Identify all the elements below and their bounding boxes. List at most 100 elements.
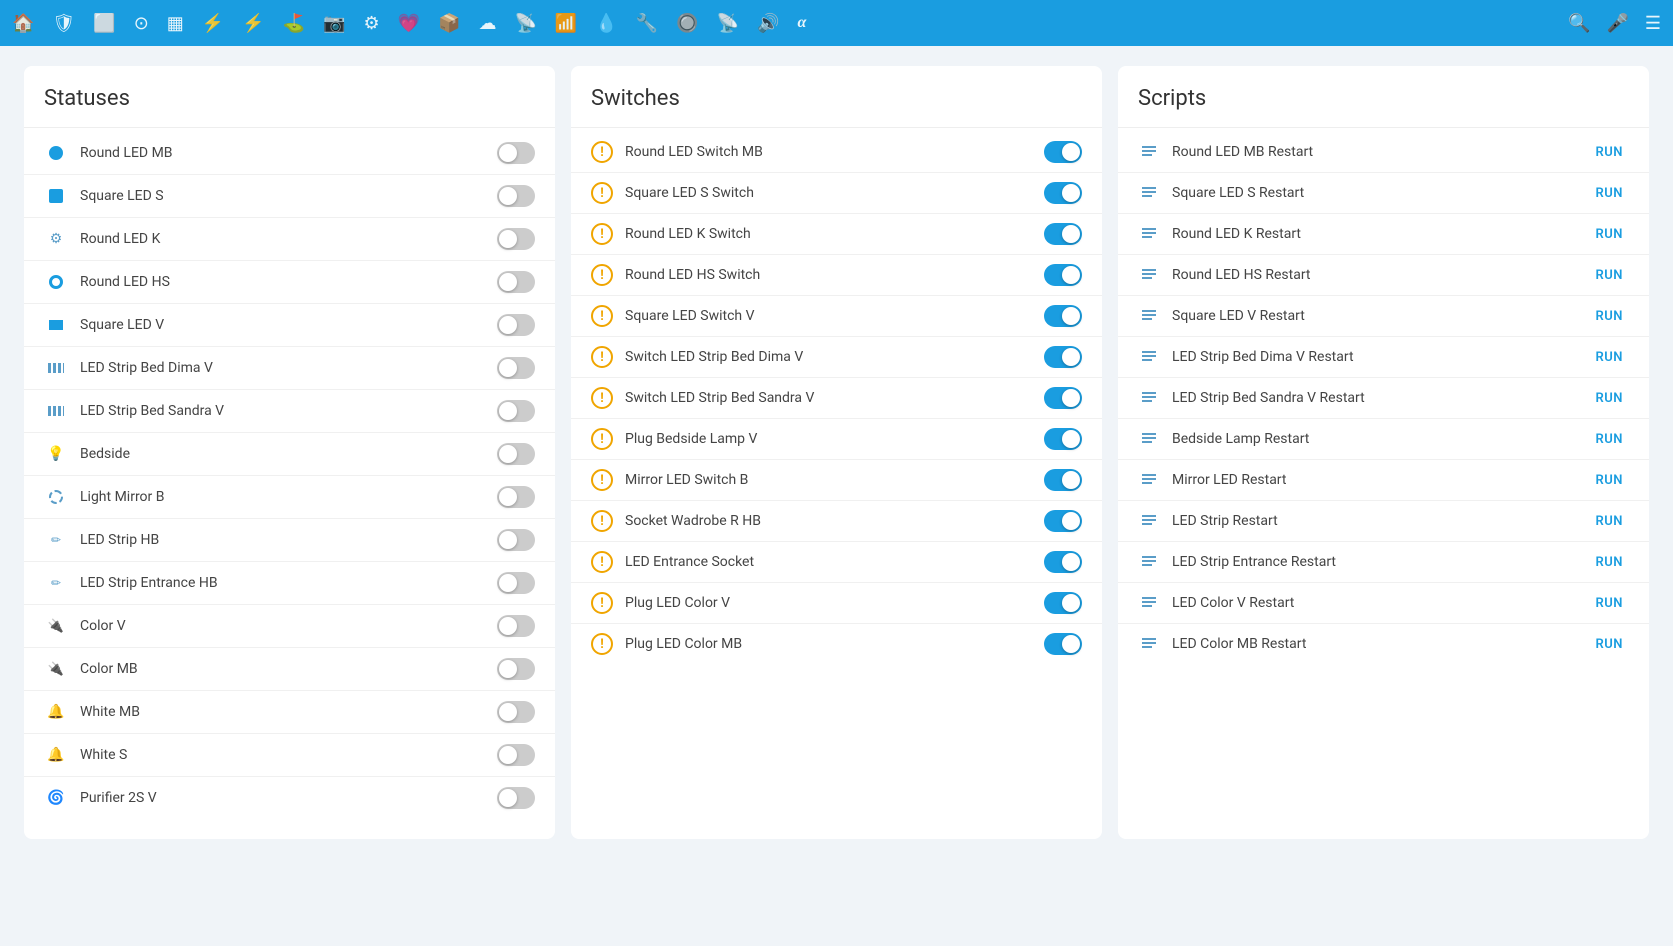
nav-menu-icon[interactable]: ☰	[1645, 13, 1661, 34]
status-label-color-v: Color V	[80, 618, 485, 634]
script-run-btn-led-strip-restart[interactable]: RUN	[1590, 512, 1630, 531]
nav-speaker-icon[interactable]: 🔊	[757, 13, 779, 34]
status-toggle-square-led-v[interactable]	[497, 314, 535, 336]
status-toggle-round-led-hs[interactable]	[497, 271, 535, 293]
switch-row-round-led-switch-mb: ! Round LED Switch MB	[571, 132, 1102, 173]
nav-square-icon[interactable]: ⬜	[93, 13, 115, 34]
status-toggle-led-strip-bed-dima-v[interactable]	[497, 357, 535, 379]
switch-label-plug-led-color-mb: Plug LED Color MB	[625, 636, 1032, 652]
status-icon-purifier-2s-v: 🌀	[44, 786, 68, 810]
script-run-btn-mirror-led-restart[interactable]: RUN	[1590, 471, 1630, 490]
switch-toggle-mirror-led-switch-b[interactable]	[1044, 469, 1082, 491]
script-icon-10	[1138, 551, 1160, 573]
nav-flag-icon[interactable]: ⛳	[283, 13, 305, 34]
nav-radar-icon[interactable]: 📡	[717, 13, 739, 34]
switch-toggle-round-led-hs-switch[interactable]	[1044, 264, 1082, 286]
status-label-purifier-2s-v: Purifier 2S V	[80, 790, 485, 806]
status-toggle-purifier-2s-v[interactable]	[497, 787, 535, 809]
nav-box-icon[interactable]: 📦	[438, 13, 460, 34]
switch-toggle-plug-led-color-v[interactable]	[1044, 592, 1082, 614]
nav-alpha-icon[interactable]: α	[797, 14, 806, 32]
nav-shield-icon[interactable]: 🛡	[52, 13, 75, 34]
status-toggle-led-strip-hb[interactable]	[497, 529, 535, 551]
nav-camera-icon[interactable]: 📷	[323, 13, 345, 34]
nav-search-icon[interactable]: 🔍	[1568, 13, 1590, 34]
status-icon-led-strip-bed-dima-v	[44, 356, 68, 380]
status-row-round-led-hs: Round LED HS	[24, 261, 555, 304]
status-label-white-mb: White MB	[80, 704, 485, 720]
switch-label-square-led-s-switch: Square LED S Switch	[625, 185, 1032, 201]
nav-circle-icon[interactable]: ⊙	[134, 13, 149, 34]
nav-drop-icon[interactable]: 💧	[595, 13, 617, 34]
status-label-bedside: Bedside	[80, 446, 485, 462]
nav-home-icon[interactable]: 🏠	[12, 13, 34, 34]
script-label-round-led-k-restart: Round LED K Restart	[1172, 226, 1578, 242]
script-run-btn-round-led-k-restart[interactable]: RUN	[1590, 225, 1630, 244]
status-row-square-led-s: Square LED S	[24, 175, 555, 218]
script-run-btn-round-led-mb-restart[interactable]: RUN	[1590, 143, 1630, 162]
status-label-round-led-mb: Round LED MB	[80, 145, 485, 161]
status-toggle-led-strip-bed-sandra-v[interactable]	[497, 400, 535, 422]
switch-toggle-square-led-switch-v[interactable]	[1044, 305, 1082, 327]
status-label-led-strip-bed-sandra-v: LED Strip Bed Sandra V	[80, 403, 485, 419]
status-icon-white-s: 🔔	[44, 743, 68, 767]
status-toggle-square-led-s[interactable]	[497, 185, 535, 207]
nav-health-icon[interactable]: 💗	[398, 13, 420, 34]
switch-toggle-square-led-s-switch[interactable]	[1044, 182, 1082, 204]
script-run-btn-round-led-hs-restart[interactable]: RUN	[1590, 266, 1630, 285]
nav-target-icon[interactable]: 🔘	[676, 13, 698, 34]
script-run-btn-led-strip-bed-dima-v-restart[interactable]: RUN	[1590, 348, 1630, 367]
status-icon-color-v: 🔌	[44, 614, 68, 638]
switch-toggle-plug-bedside-lamp-v[interactable]	[1044, 428, 1082, 450]
script-run-btn-led-strip-bed-sandra-v-restart[interactable]: RUN	[1590, 389, 1630, 408]
nav-antenna-icon[interactable]: 📡	[514, 13, 536, 34]
nav-tool-icon[interactable]: 🔧	[636, 13, 658, 34]
status-toggle-white-s[interactable]	[497, 744, 535, 766]
switch-label-mirror-led-switch-b: Mirror LED Switch B	[625, 472, 1032, 488]
script-run-btn-led-strip-entrance-restart[interactable]: RUN	[1590, 553, 1630, 572]
status-toggle-color-mb[interactable]	[497, 658, 535, 680]
switch-toggle-round-led-switch-mb[interactable]	[1044, 141, 1082, 163]
switch-toggle-round-led-k-switch[interactable]	[1044, 223, 1082, 245]
switch-warning-icon-5: !	[591, 346, 613, 368]
script-run-btn-bedside-lamp-restart[interactable]: RUN	[1590, 430, 1630, 449]
status-toggle-color-v[interactable]	[497, 615, 535, 637]
nav-cloud-icon[interactable]: ☁	[478, 13, 496, 34]
switch-toggle-plug-led-color-mb[interactable]	[1044, 633, 1082, 655]
switch-row-socket-wadrobe-r-hb: ! Socket Wadrobe R HB	[571, 501, 1102, 542]
switch-warning-icon-0: !	[591, 141, 613, 163]
switch-warning-icon-8: !	[591, 469, 613, 491]
status-icon-square-led-s	[44, 184, 68, 208]
status-toggle-light-mirror-b[interactable]	[497, 486, 535, 508]
switch-toggle-switch-led-strip-bed-sandra-v[interactable]	[1044, 387, 1082, 409]
status-icon-square-led-v	[44, 313, 68, 337]
switch-warning-icon-3: !	[591, 264, 613, 286]
status-toggle-bedside[interactable]	[497, 443, 535, 465]
switch-toggle-socket-wadrobe-r-hb[interactable]	[1044, 510, 1082, 532]
nav-filter-icon[interactable]: ⚡	[202, 13, 224, 34]
script-row-led-strip-restart: LED Strip Restart RUN	[1118, 501, 1649, 542]
script-label-led-strip-bed-dima-v-restart: LED Strip Bed Dima V Restart	[1172, 349, 1578, 365]
switch-label-round-led-switch-mb: Round LED Switch MB	[625, 144, 1032, 160]
nav-gear-icon[interactable]: ⚙	[364, 13, 380, 34]
nav-grid-icon[interactable]: ▦	[167, 13, 184, 34]
script-run-btn-square-led-s-restart[interactable]: RUN	[1590, 184, 1630, 203]
script-run-btn-led-color-v-restart[interactable]: RUN	[1590, 594, 1630, 613]
nav-mic-icon[interactable]: 🎤	[1606, 13, 1628, 34]
switch-toggle-led-entrance-socket[interactable]	[1044, 551, 1082, 573]
switch-row-plug-led-color-v: ! Plug LED Color V	[571, 583, 1102, 624]
nav-lightning-icon[interactable]: ⚡	[242, 13, 264, 34]
nav-signal-icon[interactable]: 📶	[555, 13, 577, 34]
status-toggle-white-mb[interactable]	[497, 701, 535, 723]
switch-label-socket-wadrobe-r-hb: Socket Wadrobe R HB	[625, 513, 1032, 529]
switch-toggle-switch-led-strip-bed-dima-v[interactable]	[1044, 346, 1082, 368]
switch-row-square-led-s-switch: ! Square LED S Switch	[571, 173, 1102, 214]
scripts-title: Scripts	[1118, 86, 1649, 128]
status-toggle-round-led-mb[interactable]	[497, 142, 535, 164]
status-label-led-strip-entrance-hb: LED Strip Entrance HB	[80, 575, 485, 591]
script-label-round-led-hs-restart: Round LED HS Restart	[1172, 267, 1578, 283]
status-toggle-led-strip-entrance-hb[interactable]	[497, 572, 535, 594]
script-run-btn-square-led-v-restart[interactable]: RUN	[1590, 307, 1630, 326]
status-toggle-round-led-k[interactable]	[497, 228, 535, 250]
script-run-btn-led-color-mb-restart[interactable]: RUN	[1590, 635, 1630, 654]
